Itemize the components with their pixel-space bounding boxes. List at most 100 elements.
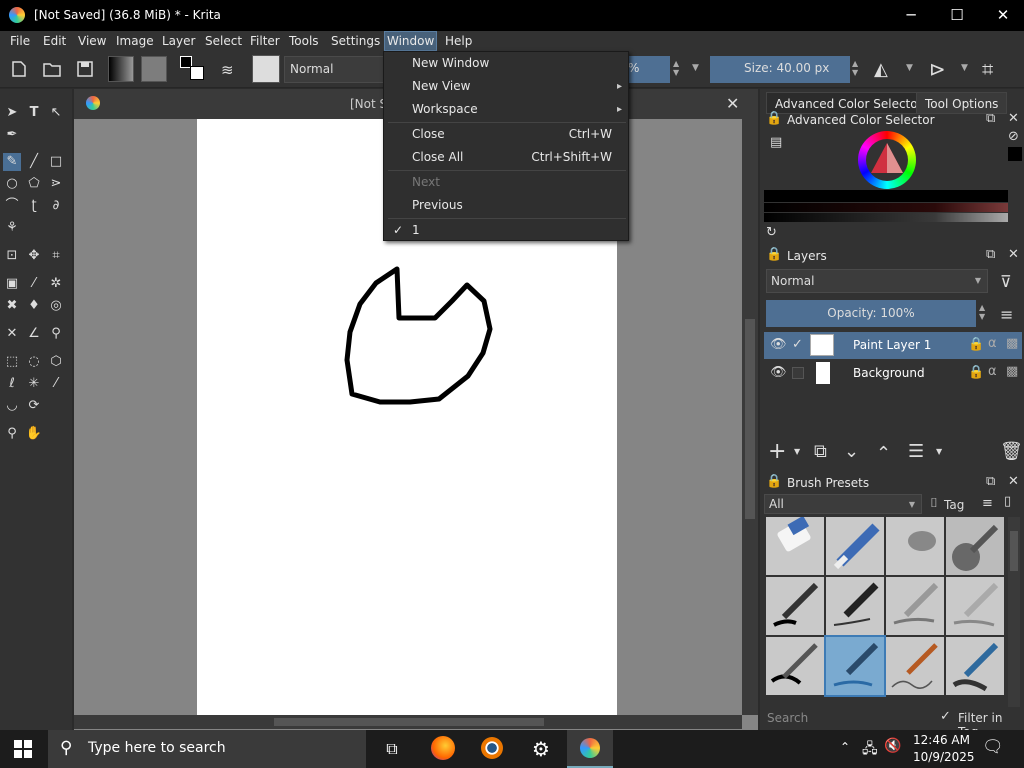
- gradient-tool-icon[interactable]: ▣: [3, 275, 21, 293]
- layer-row[interactable]: 👁 ✓ Paint Layer 1 🔒 α ▩: [764, 332, 1022, 359]
- layers-menu-icon[interactable]: ≡: [1000, 305, 1013, 324]
- menu-image[interactable]: Image: [116, 34, 154, 48]
- brush-view-menu-icon[interactable]: ≡: [982, 496, 993, 511]
- line-tool-icon[interactable]: ╱: [25, 153, 43, 171]
- taskbar-search-box[interactable]: ⚲ Type here to search: [48, 730, 366, 768]
- brush-preset-pencil-hard[interactable]: [946, 577, 1004, 635]
- close-window-button[interactable]: ✕: [980, 6, 1024, 24]
- layers-blend-select[interactable]: Normal ▼: [766, 269, 988, 293]
- smart-patch-icon[interactable]: ✲: [47, 275, 65, 293]
- delete-layer-icon[interactable]: 🗑: [1000, 441, 1023, 462]
- horizontal-scroll-thumb[interactable]: [274, 718, 544, 726]
- brush-preset-wet-brush[interactable]: [766, 637, 824, 695]
- vertical-scrollbar[interactable]: [742, 119, 758, 715]
- clock-date[interactable]: 10/9/2025: [913, 750, 975, 764]
- save-document-icon[interactable]: [76, 60, 96, 80]
- filter-in-tag-checkbox[interactable]: ✓: [940, 709, 951, 724]
- chevron-down-icon[interactable]: ▼: [692, 63, 699, 73]
- menu-item-close[interactable]: Close: [412, 127, 445, 141]
- alpha-icon[interactable]: α: [988, 336, 997, 351]
- tag-icon[interactable]: ⌷: [930, 496, 938, 511]
- menu-select[interactable]: Select: [205, 34, 242, 48]
- checkbox-unchecked-icon[interactable]: [792, 367, 804, 379]
- chevron-down-icon[interactable]: ▼: [794, 447, 800, 456]
- move-layer-up-icon[interactable]: ⌃: [876, 443, 891, 464]
- polygon-select-icon[interactable]: ⬡: [47, 353, 65, 371]
- assistant-tool-icon[interactable]: ✕: [3, 325, 21, 343]
- color-picker-icon[interactable]: ⁄: [25, 275, 43, 293]
- calligraphy-icon[interactable]: ✒: [3, 126, 21, 144]
- similar-select-icon[interactable]: ⁄: [47, 375, 65, 393]
- layer-properties-icon[interactable]: ☰: [908, 441, 924, 462]
- filter-icon[interactable]: ⊽: [1000, 272, 1012, 291]
- menu-filter[interactable]: Filter: [250, 34, 280, 48]
- opacity-slider[interactable]: %: [628, 56, 670, 83]
- fg-color-chip[interactable]: [1008, 147, 1022, 161]
- measure-tool-icon[interactable]: ∠: [25, 325, 43, 343]
- brush-preset-soft-eraser[interactable]: [886, 517, 944, 575]
- bezier-select-icon[interactable]: ◡: [3, 397, 21, 415]
- vertical-scroll-thumb[interactable]: [745, 319, 755, 519]
- enclose-fill-icon[interactable]: ◎: [47, 297, 65, 315]
- color-history-bar[interactable]: [764, 190, 1008, 202]
- contiguous-select-icon[interactable]: ✳: [25, 375, 43, 393]
- brush-search-input[interactable]: Search: [764, 709, 934, 727]
- menu-item-document-1[interactable]: 1: [412, 223, 420, 237]
- background-color-swatch[interactable]: [190, 66, 204, 80]
- menu-layer[interactable]: Layer: [162, 34, 195, 48]
- menu-view[interactable]: View: [78, 34, 106, 48]
- brush-preset-button[interactable]: [252, 55, 280, 83]
- lock-layer-icon[interactable]: 🔒: [968, 365, 984, 380]
- layer-row[interactable]: 👁 Background 🔒 α ▩: [764, 360, 1022, 387]
- brush-editor-icon[interactable]: ≋: [221, 61, 234, 79]
- lock-icon[interactable]: 🔒: [766, 247, 782, 262]
- rect-select-icon[interactable]: ⬚: [3, 353, 21, 371]
- network-icon[interactable]: 🖧: [862, 738, 878, 762]
- horizontal-scrollbar[interactable]: [74, 715, 742, 729]
- menu-tools[interactable]: Tools: [289, 34, 319, 48]
- close-icon[interactable]: ✕: [1008, 111, 1019, 126]
- inherit-alpha-icon[interactable]: ▩: [1006, 364, 1018, 379]
- opacity-stepper[interactable]: ▲ ▼: [673, 59, 679, 77]
- menu-edit[interactable]: Edit: [43, 34, 66, 48]
- menu-help[interactable]: Help: [445, 34, 472, 48]
- brush-scrollbar[interactable]: [1008, 517, 1020, 707]
- size-stepper[interactable]: ▲ ▼: [852, 59, 858, 77]
- windows-start-icon[interactable]: [14, 740, 32, 758]
- ellipse-select-icon[interactable]: ◌: [25, 353, 43, 371]
- firefox-icon[interactable]: [431, 736, 455, 760]
- menu-window[interactable]: Window: [383, 31, 438, 51]
- select-shapes-icon[interactable]: ➤: [3, 104, 21, 122]
- layer-name[interactable]: Paint Layer 1: [853, 338, 931, 352]
- close-document-button[interactable]: ✕: [726, 94, 739, 113]
- color-settings-icon[interactable]: ▤: [770, 135, 782, 150]
- notification-icon[interactable]: 🗨: [982, 737, 1004, 757]
- refresh-icon[interactable]: ↻: [766, 225, 777, 240]
- mirror-horizontal-icon[interactable]: ◭: [874, 59, 888, 80]
- menu-file[interactable]: File: [10, 34, 30, 48]
- brush-preset-ink-pen[interactable]: [766, 577, 824, 635]
- menu-item-new-view[interactable]: New View: [412, 79, 470, 93]
- menu-item-previous[interactable]: Previous: [412, 198, 463, 212]
- move-tool-icon[interactable]: ✥: [25, 247, 43, 265]
- volume-mute-icon[interactable]: 🔇: [884, 738, 901, 754]
- size-slider[interactable]: Size: 40.00 px: [710, 56, 850, 83]
- transform-tool-icon[interactable]: ⊡: [3, 247, 21, 265]
- menu-item-next[interactable]: Next: [412, 175, 440, 189]
- brush-tag-label[interactable]: Tag: [944, 498, 964, 512]
- freehand-brush-icon[interactable]: ✎: [3, 153, 21, 171]
- add-layer-icon[interactable]: +: [768, 439, 786, 464]
- freehand-path-icon[interactable]: ʈ: [25, 197, 43, 215]
- chevron-down-icon[interactable]: ▼: [906, 63, 913, 73]
- eye-icon[interactable]: 👁: [770, 365, 787, 380]
- blend-mode-select[interactable]: Normal: [284, 56, 384, 83]
- brush-preset-selected[interactable]: [824, 635, 886, 697]
- float-icon[interactable]: ⧉: [986, 247, 995, 262]
- new-document-icon[interactable]: [10, 60, 30, 80]
- color-triangle[interactable]: [867, 139, 907, 179]
- color-shade-bar-1[interactable]: [764, 203, 1008, 212]
- no-color-icon[interactable]: ⊘: [1008, 129, 1019, 144]
- maximize-button[interactable]: ☐: [934, 6, 980, 24]
- task-view-icon[interactable]: ⧉: [377, 735, 407, 763]
- brush-preset-marker[interactable]: [826, 517, 884, 575]
